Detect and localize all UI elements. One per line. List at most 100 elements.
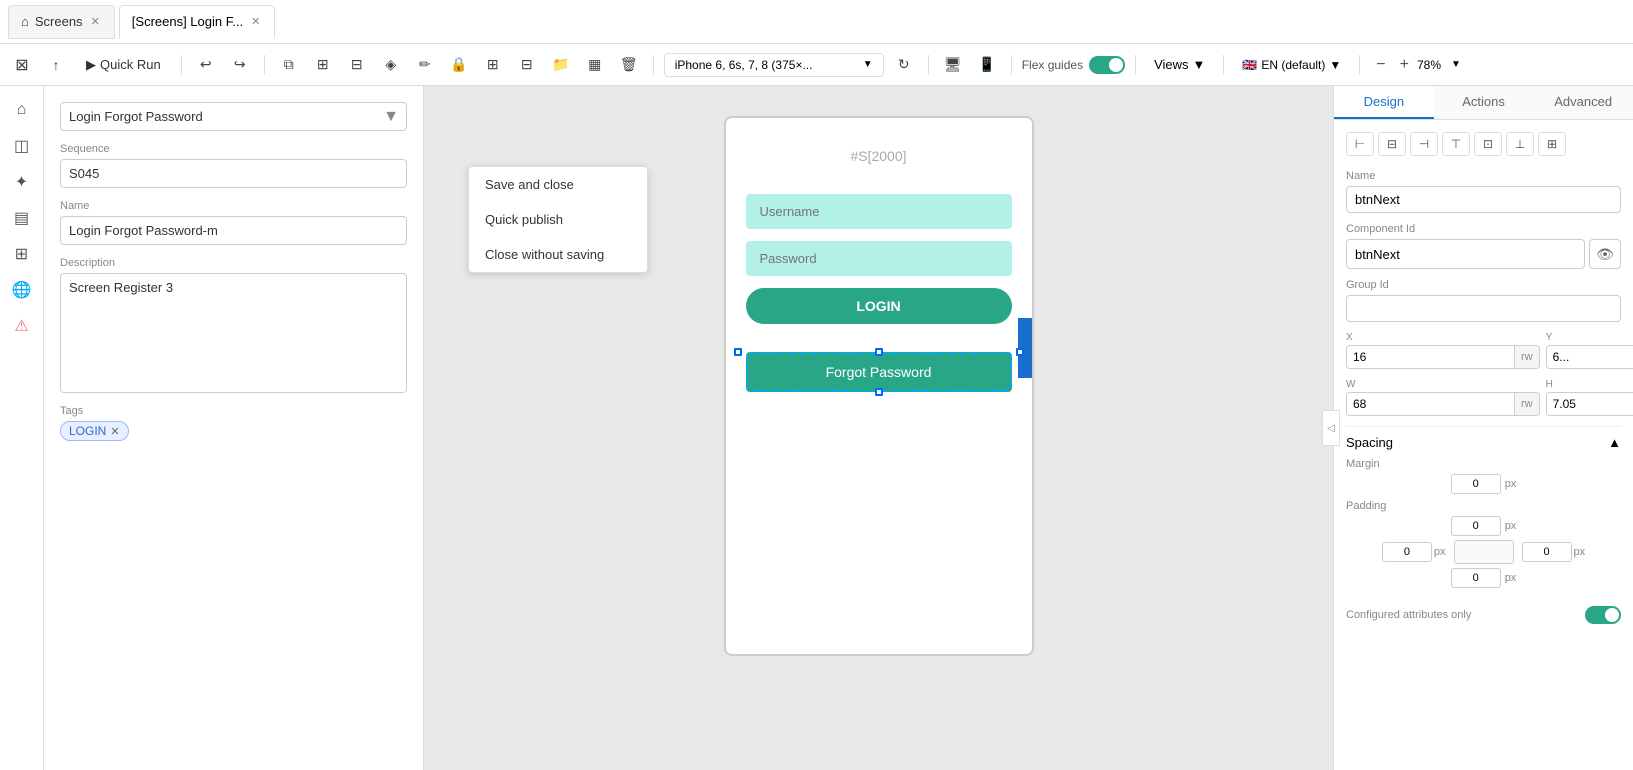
eye-btn[interactable]: 👁	[1589, 239, 1621, 269]
views-btn[interactable]: Views ▼	[1146, 53, 1213, 76]
flag-icon: 🇬🇧	[1242, 58, 1257, 72]
sidebar-pages-btn[interactable]: ⊞	[6, 238, 38, 270]
handle-tm	[875, 348, 883, 356]
screen-dropdown[interactable]: Login Forgot Password	[60, 102, 407, 131]
component-id-field: Component Id 👁	[1346, 223, 1621, 269]
right-panel-content: ⊢ ⊟ ⊣ ⊤ ⊡ ⊥ ⊞ Name Component Id 👁	[1334, 120, 1633, 636]
up-arrow-btn[interactable]: ↑	[42, 51, 70, 79]
advanced-tab[interactable]: Advanced	[1533, 86, 1633, 119]
distribute-h-btn[interactable]: ⊞	[1538, 132, 1566, 156]
zoom-out-btn[interactable]: −	[1370, 54, 1391, 76]
h-input[interactable]	[1547, 393, 1633, 415]
pen-btn[interactable]: ✏	[411, 51, 439, 79]
x-input[interactable]	[1347, 346, 1514, 368]
zoom-controls: − + 78% ▼	[1370, 54, 1461, 76]
design-tab[interactable]: Design	[1334, 86, 1434, 119]
sidebar-components-btn[interactable]: ✦	[6, 166, 38, 198]
right-name-field: Name	[1346, 170, 1621, 213]
paste-btn[interactable]: ⊞	[309, 51, 337, 79]
tab-close-login[interactable]: ✕	[249, 13, 262, 30]
password-input[interactable]	[746, 241, 1012, 276]
desktop-view-btn[interactable]: 🖥	[939, 51, 967, 79]
align-right-btn[interactable]: ⊣	[1410, 132, 1438, 156]
margin-label: Margin	[1346, 458, 1621, 470]
y-input[interactable]	[1547, 346, 1633, 368]
frame-btn[interactable]: ⊟	[343, 51, 371, 79]
group-btn[interactable]: ⊞	[479, 51, 507, 79]
tab-close-screens[interactable]: ✕	[89, 13, 102, 30]
align-top-btn[interactable]: ⊤	[1442, 132, 1470, 156]
refresh-btn[interactable]: ↻	[890, 51, 918, 79]
folder-btn[interactable]: 📁	[547, 51, 575, 79]
sidebar-globe-btn[interactable]: 🌐	[6, 274, 38, 306]
align-center-v-btn[interactable]: ⊡	[1474, 132, 1502, 156]
component-id-with-icon: 👁	[1346, 239, 1621, 269]
handle-tl	[734, 348, 742, 356]
spacing-header[interactable]: Spacing ▲	[1346, 435, 1621, 450]
chevron-down-icon-views: ▼	[1193, 57, 1206, 72]
quick-publish-item[interactable]: Quick publish	[469, 202, 647, 237]
copy-btn[interactable]: ⧉	[275, 51, 303, 79]
w-input[interactable]	[1347, 393, 1514, 415]
separator-3	[653, 55, 654, 75]
separator-1	[181, 55, 182, 75]
device-selector[interactable]: iPhone 6, 6s, 7, 8 (375×... ▼	[664, 53, 884, 77]
zoom-in-btn[interactable]: +	[1394, 54, 1415, 76]
layout-btn[interactable]: ▦	[581, 51, 609, 79]
login-form: LOGIN	[726, 174, 1032, 344]
tab-bar: ⌂ Screens ✕ [Screens] Login F... ✕	[0, 0, 1633, 44]
sidebar-data-btn[interactable]: ▤	[6, 202, 38, 234]
right-panel-tabs: Design Actions Advanced	[1334, 86, 1633, 120]
ungroup-btn[interactable]: ⊟	[513, 51, 541, 79]
padding-right-input[interactable]	[1522, 542, 1572, 562]
separator-5	[1011, 55, 1012, 75]
language-selector[interactable]: 🇬🇧 EN (default) ▼	[1234, 54, 1349, 76]
undo-btn[interactable]: ↩	[192, 51, 220, 79]
quick-run-button[interactable]: ▶ Quick Run	[76, 53, 171, 77]
sidebar-home-btn[interactable]: ⌂	[6, 94, 38, 126]
margin-top-input[interactable]	[1451, 474, 1501, 494]
tab-login-form[interactable]: [Screens] Login F... ✕	[119, 5, 276, 39]
tab-screens[interactable]: ⌂ Screens ✕	[8, 5, 115, 39]
configured-toggle[interactable]	[1585, 606, 1621, 624]
canvas-area[interactable]: Save and close Quick publish Close witho…	[424, 86, 1333, 770]
forgot-password-button[interactable]: Forgot Password	[746, 352, 1012, 392]
align-bottom-btn[interactable]: ⊥	[1506, 132, 1534, 156]
component-id-input[interactable]	[1346, 239, 1585, 269]
align-left-btn[interactable]: ⊢	[1346, 132, 1374, 156]
configured-toggle-row: Configured attributes only	[1346, 606, 1621, 624]
align-center-h-btn[interactable]: ⊟	[1378, 132, 1406, 156]
description-textarea[interactable]: Screen Register 3	[60, 273, 407, 393]
screen-select-field: Login Forgot Password ▼	[60, 102, 407, 131]
y-field: Y rh	[1546, 332, 1633, 369]
screen-id-label: #S[2000]	[726, 118, 1032, 174]
right-name-input[interactable]	[1346, 186, 1621, 213]
component-btn[interactable]: ◈	[377, 51, 405, 79]
tag-remove-btn[interactable]: ✕	[110, 425, 119, 438]
play-icon: ▶	[86, 57, 96, 73]
mobile-view-btn[interactable]: 📱	[973, 51, 1001, 79]
w-field: W rw	[1346, 379, 1540, 416]
redo-btn[interactable]: ↪	[226, 51, 254, 79]
save-and-close-item[interactable]: Save and close	[469, 167, 647, 202]
delete-btn[interactable]: 🗑	[615, 51, 643, 79]
padding-left-input[interactable]	[1382, 542, 1432, 562]
sequence-input[interactable]	[60, 159, 407, 188]
collapse-right-panel-btn[interactable]: ◁	[1322, 410, 1340, 446]
padding-top-input[interactable]	[1451, 516, 1501, 536]
save-dropdown-btn[interactable]: ⊠	[8, 51, 36, 79]
actions-tab[interactable]: Actions	[1434, 86, 1534, 119]
name-input[interactable]	[60, 216, 407, 245]
tags-container: LOGIN ✕	[60, 421, 407, 441]
sidebar-layers-btn[interactable]: ◫	[6, 130, 38, 162]
phone-mockup: #S[2000] LOGIN Forgot Password	[724, 116, 1034, 656]
home-icon: ⌂	[21, 14, 29, 29]
flex-guides-switch[interactable]	[1089, 56, 1125, 74]
lock-btn[interactable]: 🔒	[445, 51, 473, 79]
close-without-saving-item[interactable]: Close without saving	[469, 237, 647, 272]
username-input[interactable]	[746, 194, 1012, 229]
group-id-input[interactable]	[1346, 295, 1621, 322]
login-button[interactable]: LOGIN	[746, 288, 1012, 324]
padding-bottom-input[interactable]	[1451, 568, 1501, 588]
sidebar-warning-btn[interactable]: ⚠	[6, 310, 38, 342]
